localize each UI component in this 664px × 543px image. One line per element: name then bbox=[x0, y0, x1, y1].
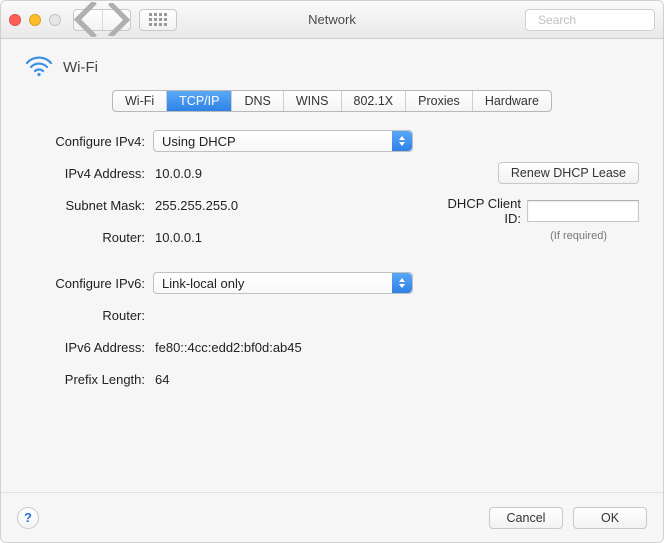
ipv4-router-value: 10.0.0.1 bbox=[153, 230, 202, 245]
tabs-container: Wi-FiTCP/IPDNSWINS802.1XProxiesHardware bbox=[1, 90, 663, 122]
tab-wifi[interactable]: Wi-Fi bbox=[113, 91, 167, 111]
nav-back-forward bbox=[73, 9, 131, 31]
tab-tcpip[interactable]: TCP/IP bbox=[167, 91, 232, 111]
minimize-window-button[interactable] bbox=[29, 14, 41, 26]
tab-proxies[interactable]: Proxies bbox=[406, 91, 473, 111]
window-controls bbox=[9, 14, 61, 26]
show-all-button[interactable] bbox=[139, 9, 177, 31]
ipv4-address-value: 10.0.0.9 bbox=[153, 166, 202, 181]
help-button[interactable]: ? bbox=[17, 507, 39, 529]
configure-ipv4-label: Configure IPv4: bbox=[23, 134, 153, 149]
help-icon: ? bbox=[24, 510, 32, 525]
tabstrip: Wi-FiTCP/IPDNSWINS802.1XProxiesHardware bbox=[112, 90, 552, 112]
select-arrows-icon bbox=[392, 131, 412, 151]
renew-dhcp-lease-button[interactable]: Renew DHCP Lease bbox=[498, 162, 639, 184]
search-field-wrap[interactable] bbox=[525, 9, 655, 31]
tab-wins[interactable]: WINS bbox=[284, 91, 342, 111]
interface-label: Wi-Fi bbox=[63, 59, 98, 76]
dhcp-client-id-input[interactable] bbox=[527, 200, 639, 222]
dhcp-side-column: Renew DHCP Lease DHCP Client ID: (If req… bbox=[439, 162, 639, 242]
ipv6-address-value: fe80::4cc:edd2:bf0d:ab45 bbox=[153, 340, 302, 355]
close-window-button[interactable] bbox=[9, 14, 21, 26]
tab-8021x[interactable]: 802.1X bbox=[342, 91, 407, 111]
ipv4-address-label: IPv4 Address: bbox=[23, 166, 153, 181]
subnet-mask-value: 255.255.255.0 bbox=[153, 198, 238, 213]
settings-panel: Configure IPv4: Using DHCP IPv4 Address:… bbox=[1, 122, 663, 492]
grid-icon bbox=[149, 13, 167, 26]
wifi-icon bbox=[25, 55, 53, 80]
dhcp-client-id-hint: (If required) bbox=[439, 230, 639, 242]
titlebar: Network bbox=[1, 1, 663, 39]
back-button[interactable] bbox=[74, 10, 102, 30]
configure-ipv6-select[interactable]: Link-local only bbox=[153, 272, 413, 294]
configure-ipv6-label: Configure IPv6: bbox=[23, 276, 153, 291]
ipv6-router-label: Router: bbox=[23, 308, 153, 323]
tab-dns[interactable]: DNS bbox=[232, 91, 283, 111]
cancel-button[interactable]: Cancel bbox=[489, 507, 563, 529]
tab-hardware[interactable]: Hardware bbox=[473, 91, 551, 111]
preferences-window: Network Wi-Fi Wi-FiTCP/IPDNSWINS802.1XPr… bbox=[0, 0, 664, 543]
configure-ipv4-select[interactable]: Using DHCP bbox=[153, 130, 413, 152]
select-arrows-icon bbox=[392, 273, 412, 293]
ipv6-address-label: IPv6 Address: bbox=[23, 340, 153, 355]
subnet-mask-label: Subnet Mask: bbox=[23, 198, 153, 213]
configure-ipv4-value: Using DHCP bbox=[162, 134, 236, 149]
dhcp-client-id-label: DHCP Client ID: bbox=[439, 196, 521, 226]
prefix-length-label: Prefix Length: bbox=[23, 372, 153, 387]
zoom-window-button[interactable] bbox=[49, 14, 61, 26]
search-input[interactable] bbox=[536, 12, 664, 28]
prefix-length-value: 64 bbox=[153, 372, 169, 387]
configure-ipv6-value: Link-local only bbox=[162, 276, 244, 291]
forward-button[interactable] bbox=[102, 10, 130, 30]
interface-header: Wi-Fi bbox=[1, 39, 663, 90]
footer: ? Cancel OK bbox=[1, 492, 663, 542]
ipv4-router-label: Router: bbox=[23, 230, 153, 245]
ok-button[interactable]: OK bbox=[573, 507, 647, 529]
